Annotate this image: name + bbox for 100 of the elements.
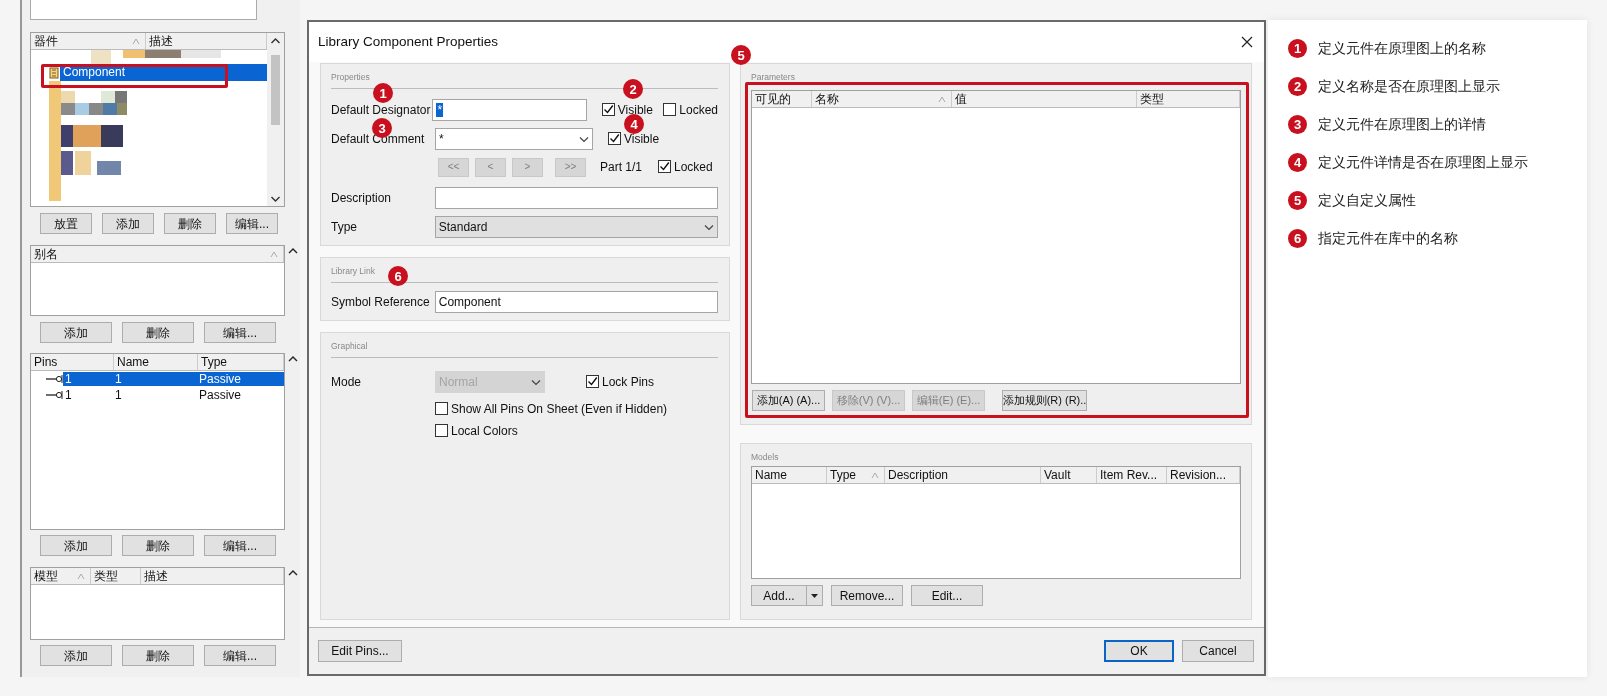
button[interactable]: 放置: [40, 213, 92, 234]
number-badge: 4: [1288, 152, 1307, 172]
group-title: Models: [751, 451, 779, 464]
checkbox[interactable]: [658, 160, 671, 174]
button[interactable]: 删除: [164, 213, 216, 234]
sort-icon: [77, 572, 85, 580]
chevron-down-icon: [531, 378, 541, 386]
column-header[interactable]: 值: [952, 91, 1137, 107]
button[interactable]: Edit Pins...: [318, 640, 402, 662]
button[interactable]: 添加: [40, 535, 112, 556]
sort-icon: [270, 250, 278, 258]
group-title: Parameters: [751, 71, 795, 84]
legend-text: 指定元件在库中的名称: [1318, 229, 1458, 247]
checkbox-label: Local Colors: [451, 423, 518, 439]
column-header[interactable]: 类型: [91, 568, 141, 584]
part-label: Part 1/1: [600, 159, 644, 175]
number-badge: 5: [1288, 190, 1307, 210]
button[interactable]: OK: [1104, 640, 1174, 662]
number-badge: 3: [1288, 114, 1307, 134]
checkbox-label: Locked: [674, 159, 713, 175]
column-header[interactable]: Type: [827, 467, 885, 483]
button[interactable]: 删除: [122, 535, 194, 556]
input-field[interactable]: *: [432, 99, 587, 121]
close-button[interactable]: [1239, 34, 1255, 50]
button[interactable]: 添加规则(R) (R)..: [1002, 390, 1087, 411]
checkbox-label: Locked: [679, 102, 718, 118]
checkbox[interactable]: [586, 375, 599, 389]
group-title: Library Link: [331, 265, 375, 278]
table-cell-text: 1: [114, 371, 123, 387]
input-field[interactable]: [30, 0, 257, 20]
field-label: Mode: [331, 374, 363, 390]
field-label: Symbol Reference: [331, 294, 431, 310]
legend-text: 定义名称是否在原理图上显示: [1318, 77, 1500, 95]
column-header[interactable]: 模型: [31, 568, 91, 584]
column-header[interactable]: Name: [114, 354, 198, 370]
combo-box[interactable]: Standard: [434, 216, 718, 238]
legend-text: 定义元件在原理图上的名称: [1318, 39, 1486, 57]
chevron-down-icon: [579, 135, 589, 143]
legend-text: 定义元件详情是否在原理图上显示: [1318, 153, 1528, 171]
checkbox-label: Show All Pins On Sheet (Even if Hidden): [451, 401, 668, 417]
checkbox-label: Visible: [624, 131, 660, 147]
table-cell-text: Passive: [198, 387, 243, 403]
checkbox[interactable]: [608, 132, 621, 146]
button[interactable]: 删除: [122, 645, 194, 666]
sort-icon: [871, 471, 879, 479]
split-button[interactable]: Add...: [751, 585, 823, 606]
button[interactable]: Remove...: [831, 585, 903, 606]
legend-text: 定义自定义属性: [1318, 191, 1416, 209]
chevron-down-icon: [704, 223, 714, 231]
sort-icon: [938, 95, 946, 103]
column-header[interactable]: 器件: [31, 33, 146, 49]
column-header[interactable]: Description: [885, 467, 1041, 483]
button[interactable]: 添加: [40, 645, 112, 666]
input-field[interactable]: [434, 187, 718, 209]
pin-icon: [45, 390, 63, 400]
field-label: Type: [331, 219, 358, 235]
button[interactable]: 添加: [102, 213, 154, 234]
field-label: Description: [331, 190, 393, 206]
button[interactable]: Edit...: [911, 585, 983, 606]
checkbox[interactable]: [435, 402, 448, 416]
button[interactable]: 删除: [122, 322, 194, 343]
checkbox[interactable]: [663, 103, 677, 117]
number-badge: 6: [1288, 228, 1307, 248]
chevron-up-icon: [287, 247, 298, 254]
column-header[interactable]: Vault: [1041, 467, 1097, 483]
checkbox[interactable]: [435, 424, 448, 438]
button[interactable]: 编辑...: [204, 535, 276, 556]
group-title: Graphical: [331, 340, 368, 353]
column-header[interactable]: Item Rev...: [1097, 467, 1167, 483]
column-header[interactable]: 描述: [141, 568, 284, 584]
column-header[interactable]: 可见的: [752, 91, 812, 107]
window-title: Library Component Properties: [318, 33, 499, 51]
chevron-up-icon: [287, 569, 298, 576]
button[interactable]: Cancel: [1182, 640, 1254, 662]
combo-box[interactable]: *: [435, 128, 593, 150]
caret-icon: [811, 593, 818, 598]
button[interactable]: 添加(A) (A)...: [752, 390, 825, 411]
table-row[interactable]: 1 1 Passive: [63, 387, 284, 403]
button[interactable]: 编辑...: [204, 322, 276, 343]
group-title: Properties: [331, 71, 370, 84]
column-header[interactable]: Pins: [31, 354, 114, 370]
column-header[interactable]: Name: [752, 467, 827, 483]
field-label: Default Designator: [331, 102, 432, 118]
button[interactable]: 添加: [40, 322, 112, 343]
pin-icon: [45, 374, 63, 384]
sort-icon: [132, 37, 140, 45]
column-header[interactable]: Revision...: [1167, 467, 1240, 483]
button[interactable]: 编辑...: [204, 645, 276, 666]
table-row[interactable]: 1 1 Passive: [63, 371, 284, 387]
number-badge: 1: [1288, 38, 1307, 58]
table-cell-text: 1: [64, 387, 73, 403]
column-header[interactable]: 名称: [812, 91, 952, 107]
button[interactable]: 编辑...: [226, 213, 278, 234]
checkbox[interactable]: [601, 103, 615, 117]
table-cell-text: Passive: [198, 371, 243, 387]
column-header[interactable]: Type: [198, 354, 284, 370]
table-cell-text: 1: [64, 371, 73, 387]
checkbox-label: Lock Pins: [602, 374, 655, 390]
input-field[interactable]: Component: [434, 291, 718, 313]
column-header[interactable]: 类型: [1137, 91, 1240, 107]
